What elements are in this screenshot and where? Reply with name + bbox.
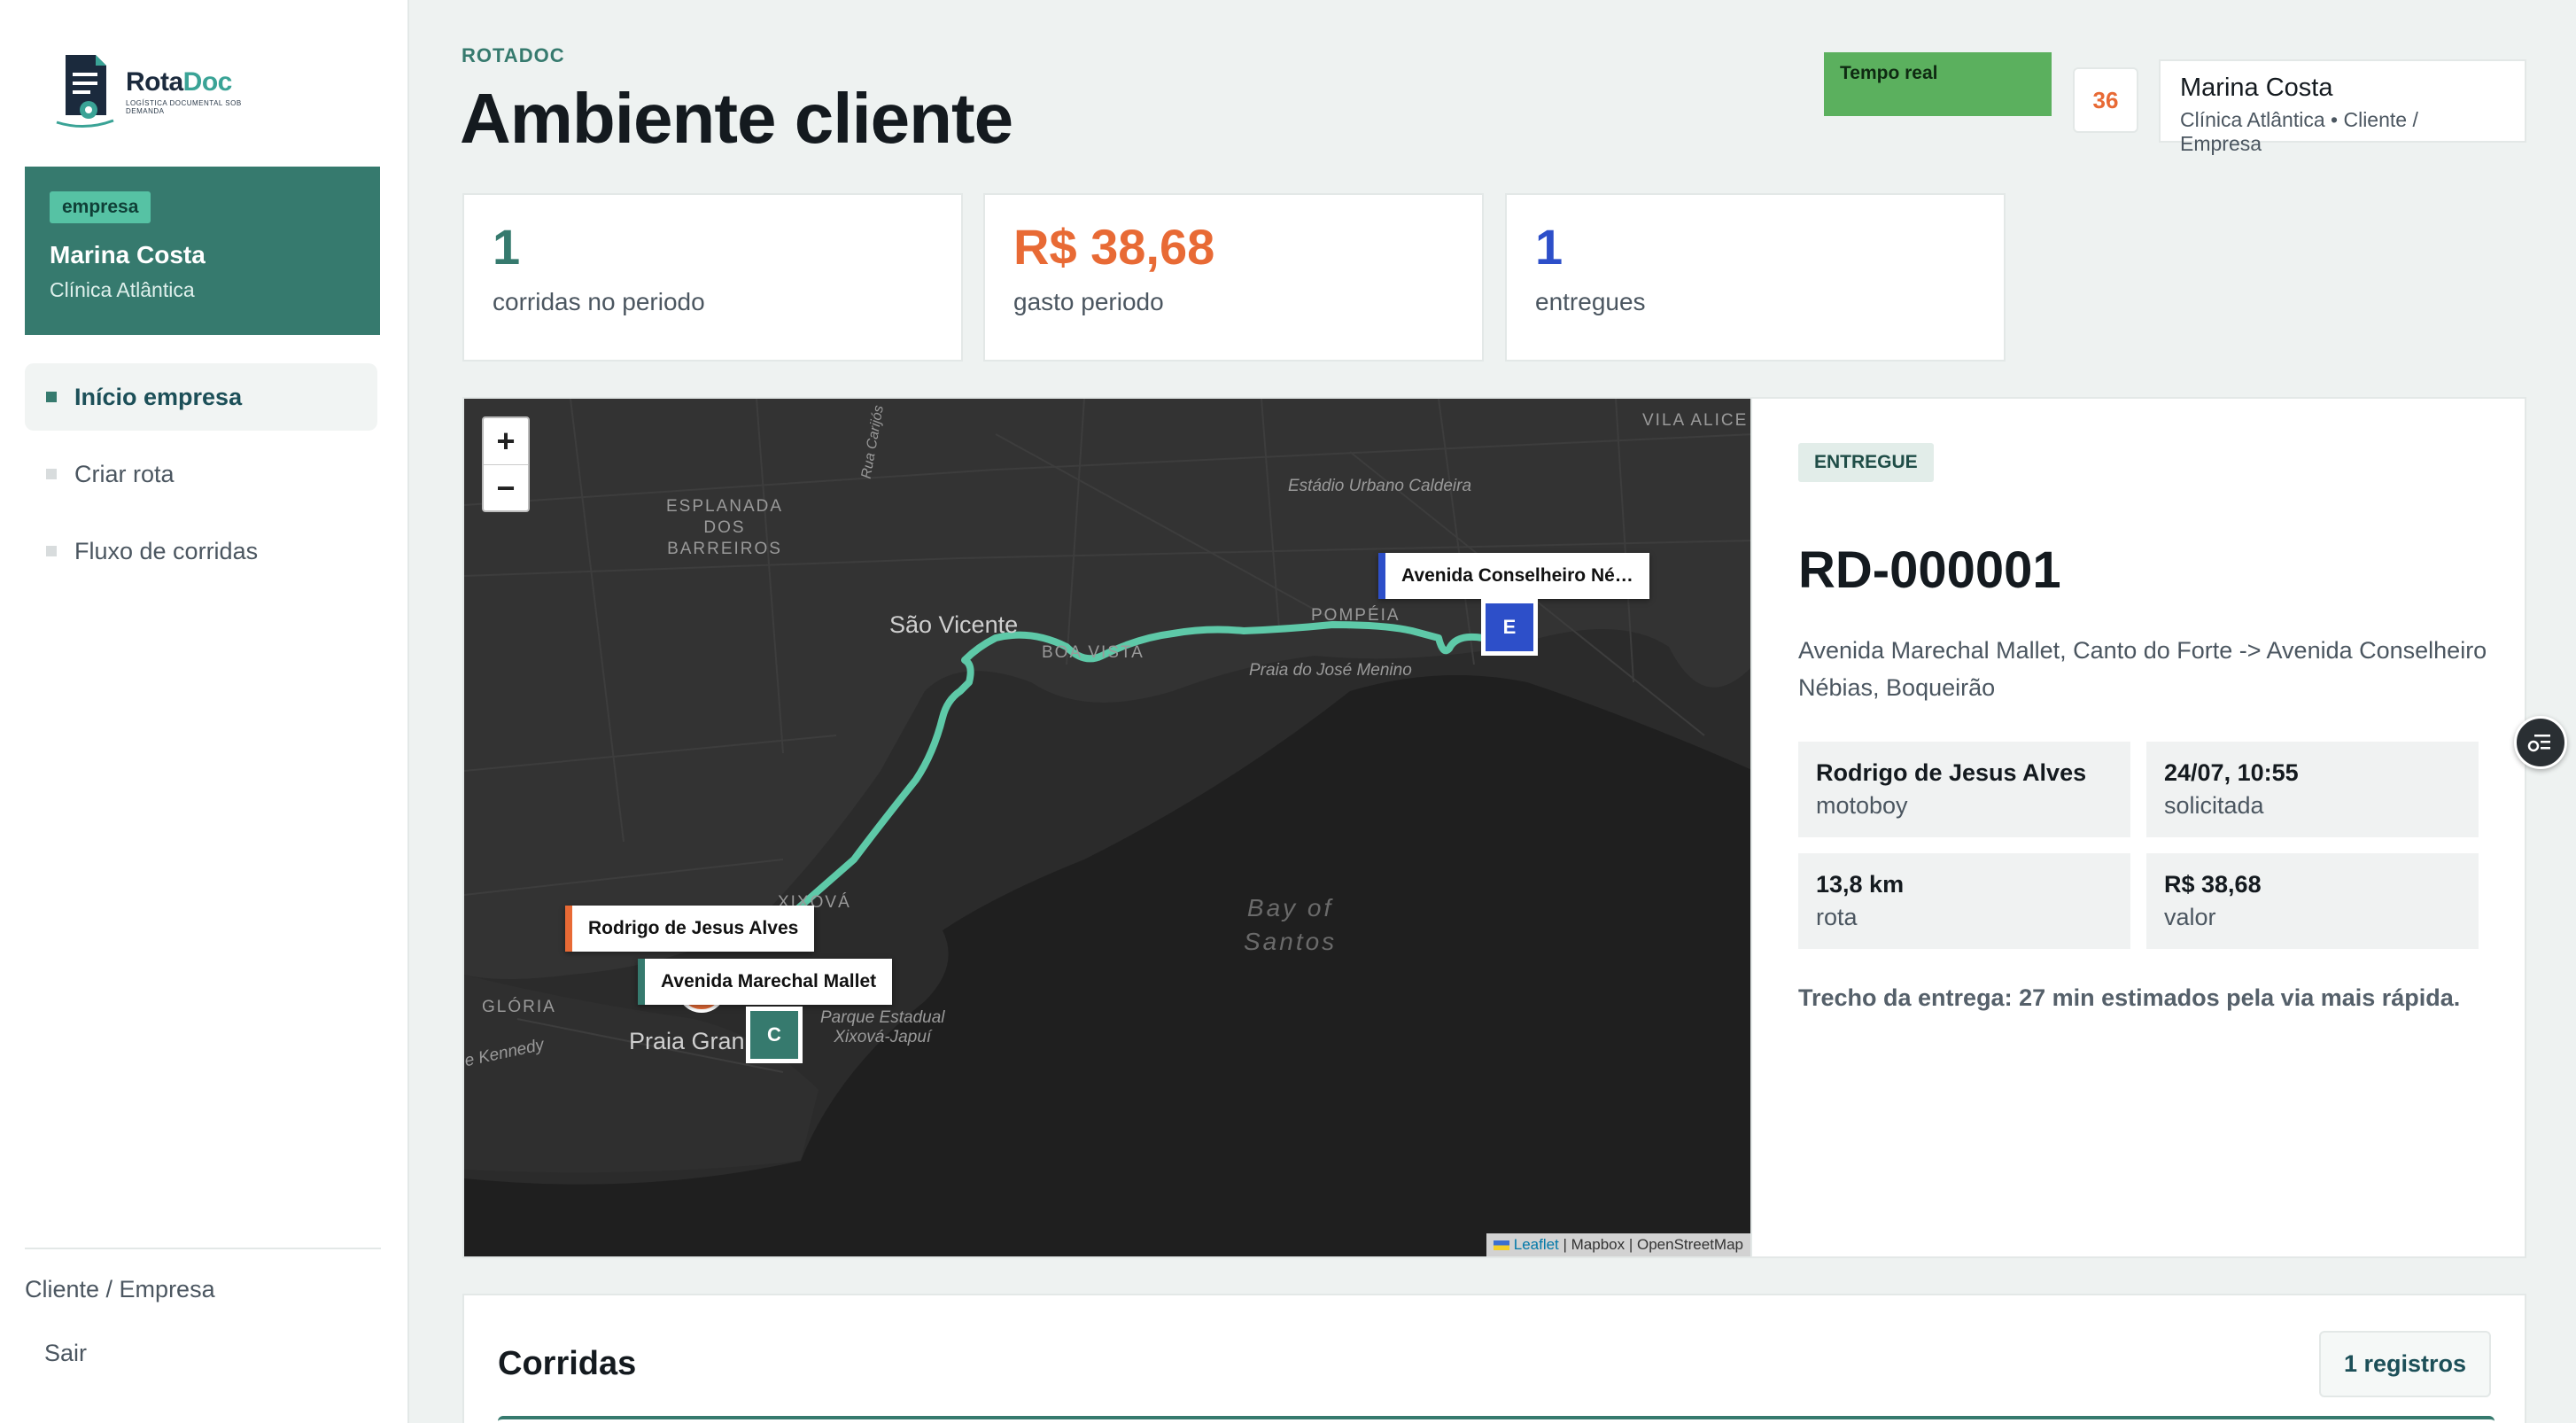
stat-value: 1 <box>1535 219 1563 275</box>
zoom-in-button[interactable]: + <box>484 418 528 464</box>
info-value: Rodrigo de Jesus Alves <box>1816 759 2087 786</box>
info-key: motoboy <box>1816 792 1908 819</box>
map-pin-end[interactable]: E <box>1481 599 1538 656</box>
place-jose-menino: Praia do José Menino <box>1249 661 1412 680</box>
nav-item-fluxo-corridas[interactable]: Fluxo de corridas <box>25 517 377 585</box>
page-title: Ambiente cliente <box>460 79 1013 158</box>
logo-name: RotaDoc <box>126 67 232 97</box>
attribution-text: | Mapbox | OpenStreetMap <box>1558 1236 1744 1253</box>
run-code: RD-000001 <box>1798 541 2061 599</box>
info-cell-rota: 13,8 km rota <box>1798 853 2130 949</box>
company-name: Clínica Atlântica <box>50 278 195 301</box>
square-bullet-icon <box>46 546 57 556</box>
place-vila-alice: VILA ALICE <box>1642 411 1749 430</box>
nav-item-label: Início empresa <box>74 383 243 410</box>
user-menu[interactable]: Marina Costa Clínica Atlântica • Cliente… <box>2159 59 2526 155</box>
sidebar-divider <box>25 1248 381 1249</box>
map-label-driver[interactable]: Rodrigo de Jesus Alves <box>565 906 815 952</box>
place-boa-vista: BOA VISTA <box>1042 643 1144 662</box>
map-label-destination[interactable]: Avenida Conselheiro Né… <box>1378 553 1649 599</box>
role-label: Cliente / Empresa <box>25 1276 215 1302</box>
stat-label: gasto periodo <box>1013 288 1164 315</box>
delivery-eta: Trecho da entrega: 27 min estimados pela… <box>1798 984 2461 1011</box>
notification-count-button[interactable]: 36 <box>2073 67 2138 133</box>
info-cell-motoboy: Rodrigo de Jesus Alves motoboy <box>1798 742 2130 837</box>
runs-title: Corridas <box>498 1345 637 1382</box>
place-sao-vicente: São Vicente <box>889 611 1019 638</box>
info-cell-valor: R$ 38,68 valor <box>2146 853 2479 949</box>
stat-value: 1 <box>493 219 521 275</box>
runs-table-top <box>498 1416 2495 1421</box>
place-urbano-caldeira: Estádio Urbano Caldeira <box>1288 477 1472 495</box>
nav-item-label: Criar rota <box>74 460 175 487</box>
info-cell-solicitada: 24/07, 10:55 solicitada <box>2146 742 2479 837</box>
info-key: solicitada <box>2164 792 2264 819</box>
place-parque-xixova: Parque Estadual Xixová-Japuí <box>820 1008 945 1046</box>
nav-item-criar-rota[interactable]: Criar rota <box>25 440 377 508</box>
route-map[interactable]: ESPLANADA DOS BARREIROS São Vicente BOA VI… <box>462 397 1752 1258</box>
leaflet-link[interactable]: Leaflet <box>1514 1236 1559 1253</box>
stat-card-entregues: 1 entregues <box>1505 193 2006 362</box>
place-esplanada: ESPLANADA DOS BARREIROS <box>666 497 784 558</box>
stat-card-corridas: 1 corridas no periodo <box>462 193 963 362</box>
info-value: R$ 38,68 <box>2164 871 2262 898</box>
sidebar: RotaDoc LOGÍSTICA DOCUMENTAL SOB DEMANDA… <box>0 0 409 1423</box>
runs-count-badge: 1 registros <box>2318 1331 2491 1397</box>
list-settings-icon <box>2527 735 2550 752</box>
company-type-badge: empresa <box>50 191 151 223</box>
user-subtitle: Clínica Atlântica • Cliente / Empresa <box>2180 108 2418 155</box>
nav-item-label: Fluxo de corridas <box>74 537 259 564</box>
realtime-indicator: Tempo real <box>1824 52 2052 116</box>
user-name: Marina Costa <box>2180 74 2333 102</box>
rotadoc-logo[interactable]: RotaDoc LOGÍSTICA DOCUMENTAL SOB DEMANDA <box>53 51 275 131</box>
sidebar-nav: Início empresa Criar rota Fluxo de corri… <box>25 363 377 595</box>
company-card: empresa Marina Costa Clínica Atlântica <box>25 167 380 335</box>
nav-item-inicio-empresa[interactable]: Início empresa <box>25 363 377 431</box>
stat-label: corridas no periodo <box>493 288 705 315</box>
logout-link[interactable]: Sair <box>44 1340 87 1367</box>
leaflet-flag-icon <box>1494 1240 1509 1251</box>
company-user-name: Marina Costa <box>50 241 206 268</box>
square-bullet-icon <box>46 469 57 479</box>
runs-section: Corridas 1 registros <box>462 1294 2526 1423</box>
place-pompeia: POMPÉIA <box>1311 606 1401 625</box>
info-key: valor <box>2164 904 2216 930</box>
map-pin-collect[interactable]: C <box>746 1007 803 1063</box>
stat-card-gasto: R$ 38,68 gasto periodo <box>983 193 1484 362</box>
side-panel-toggle-button[interactable] <box>2514 716 2567 769</box>
stat-value: R$ 38,68 <box>1013 219 1215 275</box>
map-zoom-control: + − <box>482 416 530 512</box>
run-route: Avenida Marechal Mallet, Canto do Forte … <box>1798 637 2487 701</box>
place-praia-grande: Praia Gran <box>629 1028 745 1054</box>
zoom-out-button[interactable]: − <box>484 464 528 510</box>
run-detail-panel: ENTREGUE RD-000001 Avenida Marechal Mall… <box>1752 397 2526 1258</box>
map-tiles <box>464 399 1750 1256</box>
info-value: 24/07, 10:55 <box>2164 759 2299 786</box>
map-label-origin[interactable]: Avenida Marechal Mallet <box>638 959 893 1005</box>
logo-tagline: LOGÍSTICA DOCUMENTAL SOB DEMANDA <box>126 99 242 115</box>
place-bay-of-santos: Bay of Santos <box>1244 894 1338 955</box>
run-info-grid: Rodrigo de Jesus Alves motoboy 24/07, 10… <box>1798 742 2479 949</box>
square-bullet-icon <box>46 392 57 402</box>
map-attribution: Leaflet | Mapbox | OpenStreetMap <box>1486 1233 1750 1256</box>
info-value: 13,8 km <box>1816 871 1905 898</box>
status-badge: ENTREGUE <box>1798 443 1934 482</box>
place-gloria: GLÓRIA <box>482 998 556 1016</box>
info-key: rota <box>1816 904 1858 930</box>
stat-label: entregues <box>1535 288 1646 315</box>
document-pin-icon <box>53 53 117 129</box>
page-kicker: ROTADOC <box>462 44 565 66</box>
